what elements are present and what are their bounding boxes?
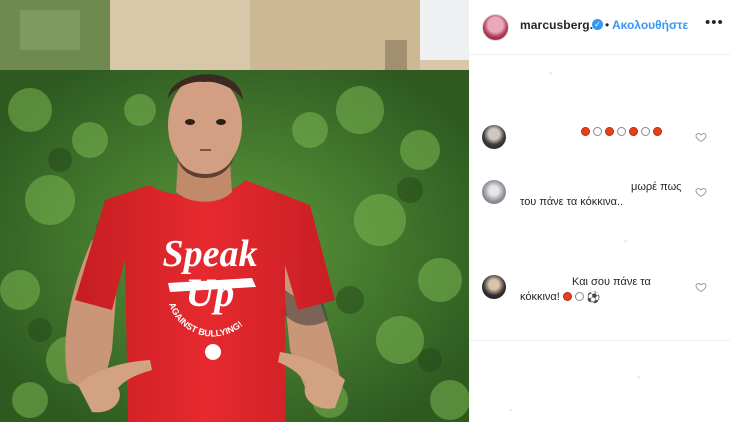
author-username[interactable]: marcusberg.9 [520,18,600,32]
comment-avatar[interactable] [482,275,506,299]
header-divider [469,54,730,55]
more-options-icon[interactable]: ••• [705,14,724,31]
red-circle-emoji [562,292,572,301]
comment-2-line1: μωρέ πως [631,181,682,193]
comment-3-line1: Και σου πάνε τα [572,276,651,288]
red-circle-emoji [653,127,662,136]
header-separator: • [605,18,610,32]
faint-mark: - [624,236,628,247]
soccer-ball-icon: ⚽ [586,292,601,304]
instagram-post: Speak Up AGAINST BULLYING! marcusberg.9 … [0,0,730,422]
white-circle-emoji [574,292,584,301]
photo-illustration: Speak Up AGAINST BULLYING! [0,0,469,422]
red-circle-emoji [581,127,590,136]
heart-outline-icon[interactable] [695,281,707,293]
shirt-speak-text: Speak [163,233,258,275]
post-photo[interactable]: Speak Up AGAINST BULLYING! [0,0,469,422]
comment-avatar[interactable] [482,125,506,149]
heart-outline-icon[interactable] [695,131,707,143]
red-circle-emoji [629,127,638,136]
faint-mark: - [637,372,641,383]
faint-mark: - [549,68,553,79]
white-circle-emoji [617,127,626,136]
faint-mark: - [509,405,513,416]
shirt-up-text: Up [186,270,235,315]
actions-divider [469,340,730,341]
post-side-panel: marcusberg.9 ✓ • Ακολουθήστε ••• - μωρέ … [469,0,730,422]
post-header: marcusberg.9 ✓ • Ακολουθήστε ••• [469,0,730,54]
comment-avatar[interactable] [482,180,506,204]
follow-button[interactable]: Ακολουθήστε [612,18,688,32]
verified-badge-icon: ✓ [592,19,603,30]
comment-3-line2: κόκκινα! ⚽ [520,290,601,306]
comment-2-line2: του πάνε τα κόκκινα.. [520,196,624,208]
red-circle-emoji [605,127,614,136]
white-circle-emoji [593,127,602,136]
heart-outline-icon[interactable] [695,186,707,198]
white-circle-emoji [641,127,650,136]
author-avatar[interactable] [482,14,509,41]
comment-1-emoji [581,125,665,140]
comment-3-text: κόκκινα! [520,291,560,303]
